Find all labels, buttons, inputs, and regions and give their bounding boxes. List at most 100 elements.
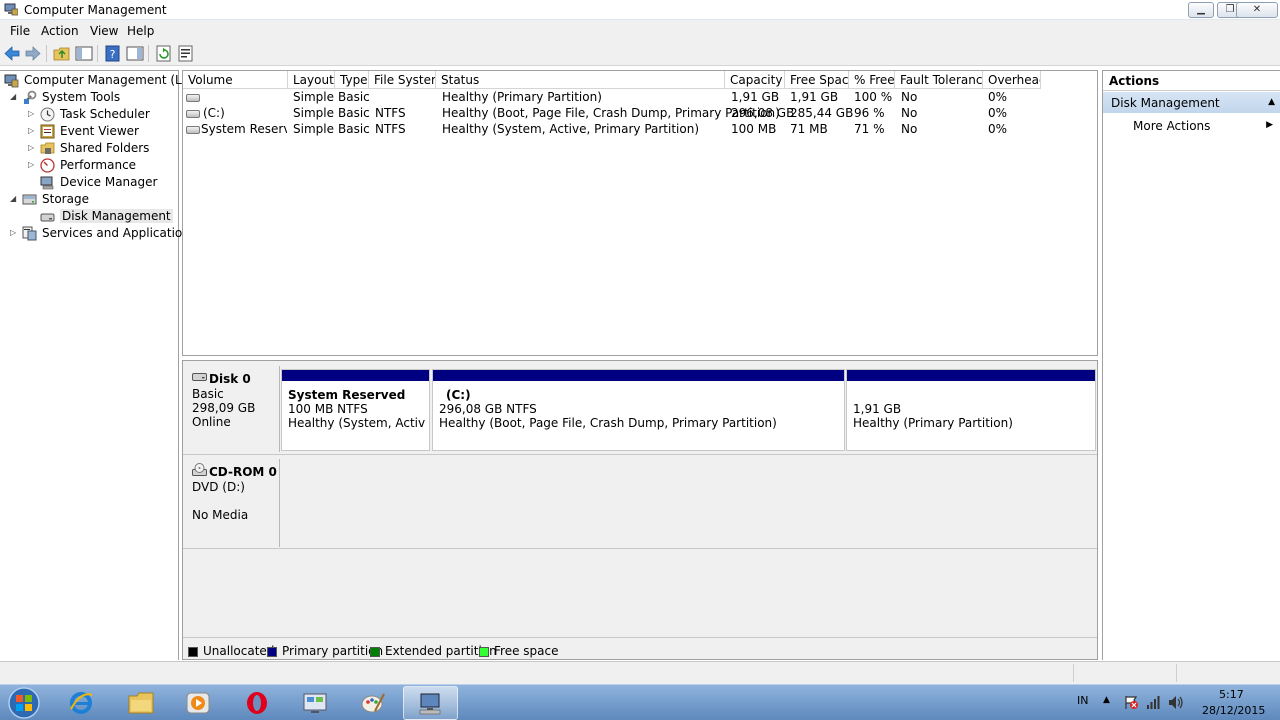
actions-section-label: Disk Management <box>1111 96 1220 110</box>
tree-item-label: Performance <box>60 158 137 172</box>
partition-name: System Reserved <box>288 388 406 402</box>
properties-icon[interactable] <box>177 45 195 62</box>
column-header-fault-tolerance[interactable]: Fault Tolerance <box>895 71 983 89</box>
cell-overhead: 0% <box>988 122 1008 136</box>
cell-percent-free: 71 % <box>854 122 885 136</box>
taskbar-paint[interactable] <box>346 686 401 720</box>
taskbar-computer-management[interactable] <box>403 686 458 720</box>
network-signal-icon[interactable] <box>1146 695 1161 710</box>
show-hidden-icons-icon[interactable]: ▲ <box>1103 695 1110 705</box>
disk-name: Disk 0 <box>209 372 251 386</box>
media-player-icon <box>186 692 210 714</box>
actions-section-disk-management[interactable]: Disk Management ▲ <box>1103 92 1280 113</box>
language-indicator[interactable]: IN <box>1077 694 1088 707</box>
expand-triangle-icon[interactable]: ▷ <box>28 143 36 152</box>
menu-action[interactable]: Action <box>41 24 79 38</box>
taskbar-media-player[interactable] <box>171 686 226 720</box>
svg-text:?: ? <box>110 48 116 61</box>
tree-item-label: Services and Applications <box>42 226 197 240</box>
partition-status: Healthy (Boot, Page File, Crash Dump, Pr… <box>439 416 777 430</box>
cell-capacity: 296,08 GB <box>731 106 795 120</box>
close-button[interactable]: ✕ <box>1236 2 1278 18</box>
minimize-button[interactable]: ▁ <box>1188 2 1214 18</box>
clock-time[interactable]: 5:17 <box>1219 688 1244 701</box>
system-tools-icon <box>24 90 37 104</box>
column-header-file-system[interactable]: File System <box>369 71 436 89</box>
column-header-percent-free[interactable]: % Free <box>849 71 895 89</box>
cdrom-0-label[interactable]: CD-ROM 0 DVD (D:) No Media <box>183 459 280 547</box>
column-header-status[interactable]: Status <box>436 71 725 89</box>
column-header-overhead[interactable]: Overhead <box>983 71 1041 89</box>
legend-label: Unallocated <box>203 644 275 658</box>
partition-size: 1,91 GB <box>853 402 902 416</box>
forward-arrow-icon[interactable] <box>24 45 42 62</box>
toolbar-separator <box>97 45 98 62</box>
tree-item-label: System Tools <box>42 90 121 104</box>
console-tree: Computer Management (Local ◢ System Tool… <box>0 70 206 720</box>
menu-file[interactable]: File <box>10 24 30 38</box>
cell-fault-tolerance: No <box>901 122 918 136</box>
cell-status: Healthy (Primary Partition) <box>442 90 602 104</box>
tree-item-label: Event Viewer <box>60 124 139 138</box>
control-panel-icon <box>303 693 327 713</box>
expand-triangle-icon[interactable]: ▷ <box>28 109 36 118</box>
show-hide-console-tree-icon[interactable] <box>75 45 93 62</box>
paint-icon <box>361 693 385 713</box>
partition-name: (C:) <box>446 388 471 402</box>
column-header-volume[interactable]: Volume <box>183 71 288 89</box>
partition-status: Healthy (System, Active, Pri <box>288 416 425 430</box>
more-actions-item[interactable]: More Actions <box>1133 119 1210 133</box>
performance-icon <box>40 158 55 173</box>
collapse-arrow-icon[interactable]: ▲ <box>1268 97 1275 107</box>
expand-triangle-icon[interactable]: ▷ <box>10 228 18 237</box>
menu-help[interactable]: Help <box>127 24 154 38</box>
cdrom-media: No Media <box>192 508 249 522</box>
disk-0-label[interactable]: Disk 0 Basic 298,09 GB Online <box>183 366 280 452</box>
disk-graphical-view: Disk 0 Basic 298,09 GB Online System Res… <box>182 360 1098 660</box>
partition-system-reserved[interactable]: System Reserved 100 MB NTFS Healthy (Sys… <box>281 369 430 451</box>
refresh-icon[interactable] <box>155 45 173 62</box>
cell-type: Basic <box>338 122 370 136</box>
submenu-arrow-icon[interactable]: ▶ <box>1266 120 1273 130</box>
collapse-triangle-icon[interactable]: ◢ <box>10 194 18 203</box>
back-arrow-icon[interactable] <box>3 45 21 62</box>
partition-status: Healthy (Primary Partition) <box>853 416 1013 430</box>
partition-c[interactable]: (C:) 296,08 GB NTFS Healthy (Boot, Page … <box>432 369 845 451</box>
primary-partition-bar <box>847 370 1095 381</box>
tree-item-label: Task Scheduler <box>60 107 150 121</box>
column-header-free-space[interactable]: Free Space <box>785 71 849 89</box>
start-button-windows-icon[interactable] <box>4 686 44 720</box>
cell-layout: Simple <box>293 122 334 136</box>
cell-volume: (C:) <box>203 106 225 120</box>
minimize-icon: ▁ <box>1197 4 1205 15</box>
show-hide-action-pane-icon[interactable] <box>126 45 144 62</box>
shared-folder-icon <box>40 142 55 154</box>
computer-management-icon <box>4 3 18 16</box>
taskbar-windows-explorer[interactable] <box>114 686 169 720</box>
column-header-layout[interactable]: Layout <box>288 71 335 89</box>
taskbar-control-panel[interactable] <box>288 686 343 720</box>
up-folder-icon[interactable] <box>53 45 71 62</box>
clock-date[interactable]: 28/12/2015 <box>1202 704 1265 717</box>
title-bar: Computer Management ▁ ❐ ✕ <box>0 0 1280 20</box>
volume-speaker-icon[interactable] <box>1168 695 1184 710</box>
volume-icon <box>186 110 200 118</box>
column-header-type[interactable]: Type <box>335 71 369 89</box>
cell-fault-tolerance: No <box>901 90 918 104</box>
volume-list: Volume Layout Type File System Status Ca… <box>182 70 1098 356</box>
toolbar-separator <box>148 45 149 62</box>
cell-overhead: 0% <box>988 90 1008 104</box>
expand-triangle-icon[interactable]: ▷ <box>28 160 36 169</box>
internet-explorer-icon <box>70 692 93 714</box>
help-icon[interactable]: ? <box>104 45 122 62</box>
expand-triangle-icon[interactable]: ▷ <box>28 126 36 135</box>
primary-partition-bar <box>282 370 429 381</box>
action-center-flag-icon[interactable] <box>1124 695 1139 710</box>
taskbar-internet-explorer[interactable] <box>54 686 109 720</box>
legend-swatch <box>370 647 380 657</box>
menu-view[interactable]: View <box>90 24 118 38</box>
partition-unnamed[interactable]: 1,91 GB Healthy (Primary Partition) <box>846 369 1096 451</box>
column-header-capacity[interactable]: Capacity <box>725 71 785 89</box>
collapse-triangle-icon[interactable]: ◢ <box>10 92 18 101</box>
taskbar-opera[interactable] <box>230 686 285 720</box>
